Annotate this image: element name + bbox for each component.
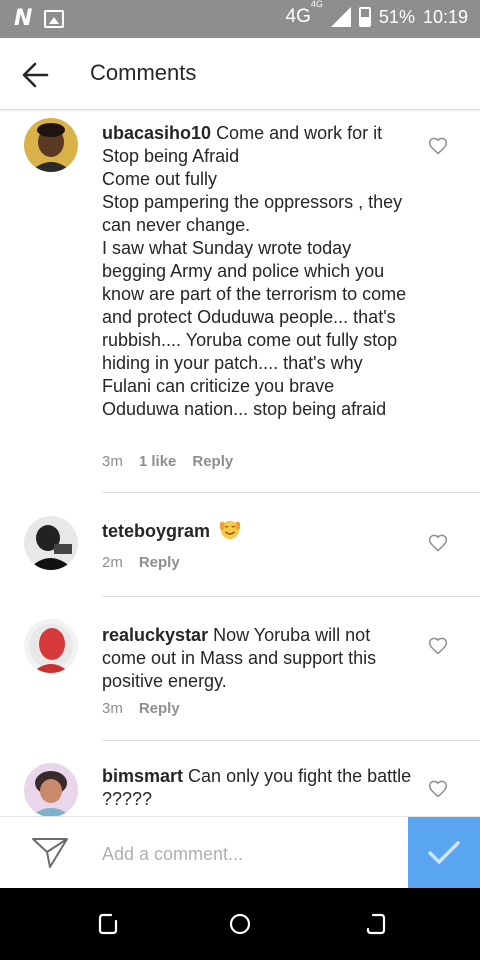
post-button[interactable] (408, 817, 480, 889)
comment-meta: 3m 1 like Reply (102, 453, 233, 470)
comment-divider (102, 596, 480, 597)
heart-icon[interactable] (428, 533, 448, 553)
comment-username[interactable]: realuckystar (102, 625, 208, 645)
comment-text-block: realuckystar Now Yoruba will not come ou… (102, 624, 412, 693)
comment-username[interactable]: ubacasiho10 (102, 123, 211, 143)
comment-divider (102, 492, 480, 493)
comment-meta: 2m Reply (102, 554, 180, 571)
recent-apps-icon[interactable] (96, 912, 120, 936)
comment-username[interactable]: bimsmart (102, 766, 183, 786)
status-bar: N 4G4G 51% 10:19 (0, 0, 480, 38)
comment-divider (102, 740, 480, 741)
home-icon[interactable] (228, 912, 252, 936)
comment-composer (0, 816, 480, 889)
comments-list[interactable]: ubacasiho10 Come and work for it Stop be… (0, 110, 480, 816)
signal-icon (330, 7, 351, 27)
clock: 10:19 (422, 6, 468, 27)
back-arrow-icon (22, 62, 49, 88)
reply-button[interactable]: Reply (139, 700, 180, 717)
system-nav-bar (0, 888, 480, 960)
comment-meta: 3m Reply (102, 700, 180, 717)
comment-username[interactable]: teteboygram (102, 521, 210, 541)
avatar[interactable] (24, 516, 78, 570)
heart-icon[interactable] (428, 779, 448, 799)
comment-text-block: ubacasiho10 Come and work for it Stop be… (102, 122, 412, 421)
notification-n-icon: N (14, 6, 33, 31)
comment-input[interactable] (102, 839, 392, 869)
comment-time: 2m (102, 554, 123, 571)
page-title: Comments (90, 60, 197, 85)
avatar[interactable] (24, 763, 78, 816)
heart-icon[interactable] (428, 636, 448, 656)
back-nav-icon[interactable] (364, 912, 388, 936)
back-button[interactable] (18, 58, 52, 92)
reply-button[interactable]: Reply (192, 453, 233, 470)
reply-button[interactable]: Reply (139, 554, 180, 571)
heart-icon[interactable] (428, 136, 448, 156)
avatar[interactable] (24, 118, 78, 172)
app-bar: Comments (0, 38, 480, 110)
checkmark-icon (428, 841, 460, 864)
avatar[interactable] (24, 619, 78, 673)
comment-text: Come and work for it Stop being Afraid C… (102, 123, 407, 419)
battery-percent: 51% (378, 6, 415, 27)
comment-text-block: teteboygram (102, 518, 412, 543)
smiling-face-with-hands-icon (219, 520, 241, 540)
comment-text-block: bimsmart Can only you fight the battle ?… (102, 765, 412, 811)
network-type: 4G4G (285, 0, 323, 27)
image-notification-icon (44, 10, 65, 28)
battery-icon (358, 7, 371, 27)
comment-likes[interactable]: 1 like (139, 453, 177, 470)
comment-time: 3m (102, 700, 123, 717)
comment-time: 3m (102, 453, 123, 470)
direct-send-icon[interactable] (30, 835, 70, 871)
